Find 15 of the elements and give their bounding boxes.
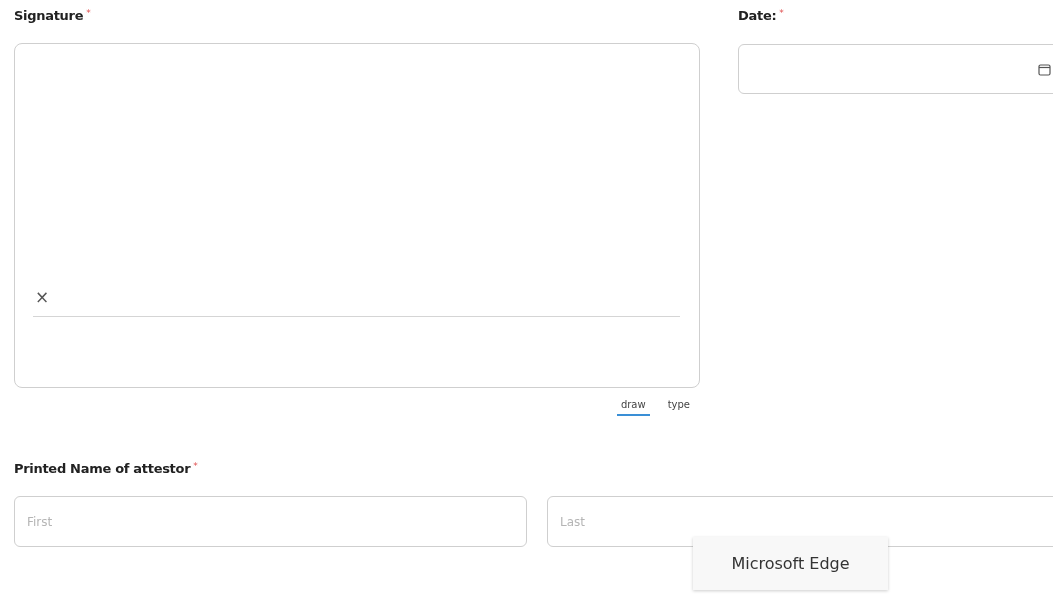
signature-mode-tab[interactable]: type xyxy=(663,397,694,416)
required-mark: * xyxy=(193,461,198,471)
calendar-icon[interactable] xyxy=(1038,62,1051,76)
required-mark: * xyxy=(86,8,91,18)
name-input-field[interactable]: Last xyxy=(547,496,1053,547)
signature-pad[interactable]: × xyxy=(14,43,700,388)
name-input-field[interactable]: First xyxy=(14,496,527,547)
signature-mode-tab[interactable]: draw xyxy=(616,397,650,416)
date-label: Date: xyxy=(738,8,777,23)
tooltip: Microsoft Edge xyxy=(693,537,888,590)
signature-label: Signature xyxy=(14,8,84,23)
date-field[interactable] xyxy=(738,44,1053,94)
clear-signature-button[interactable]: × xyxy=(35,289,50,306)
printed-name-label: Printed Name of attestor xyxy=(14,461,191,476)
required-mark: * xyxy=(779,8,784,18)
